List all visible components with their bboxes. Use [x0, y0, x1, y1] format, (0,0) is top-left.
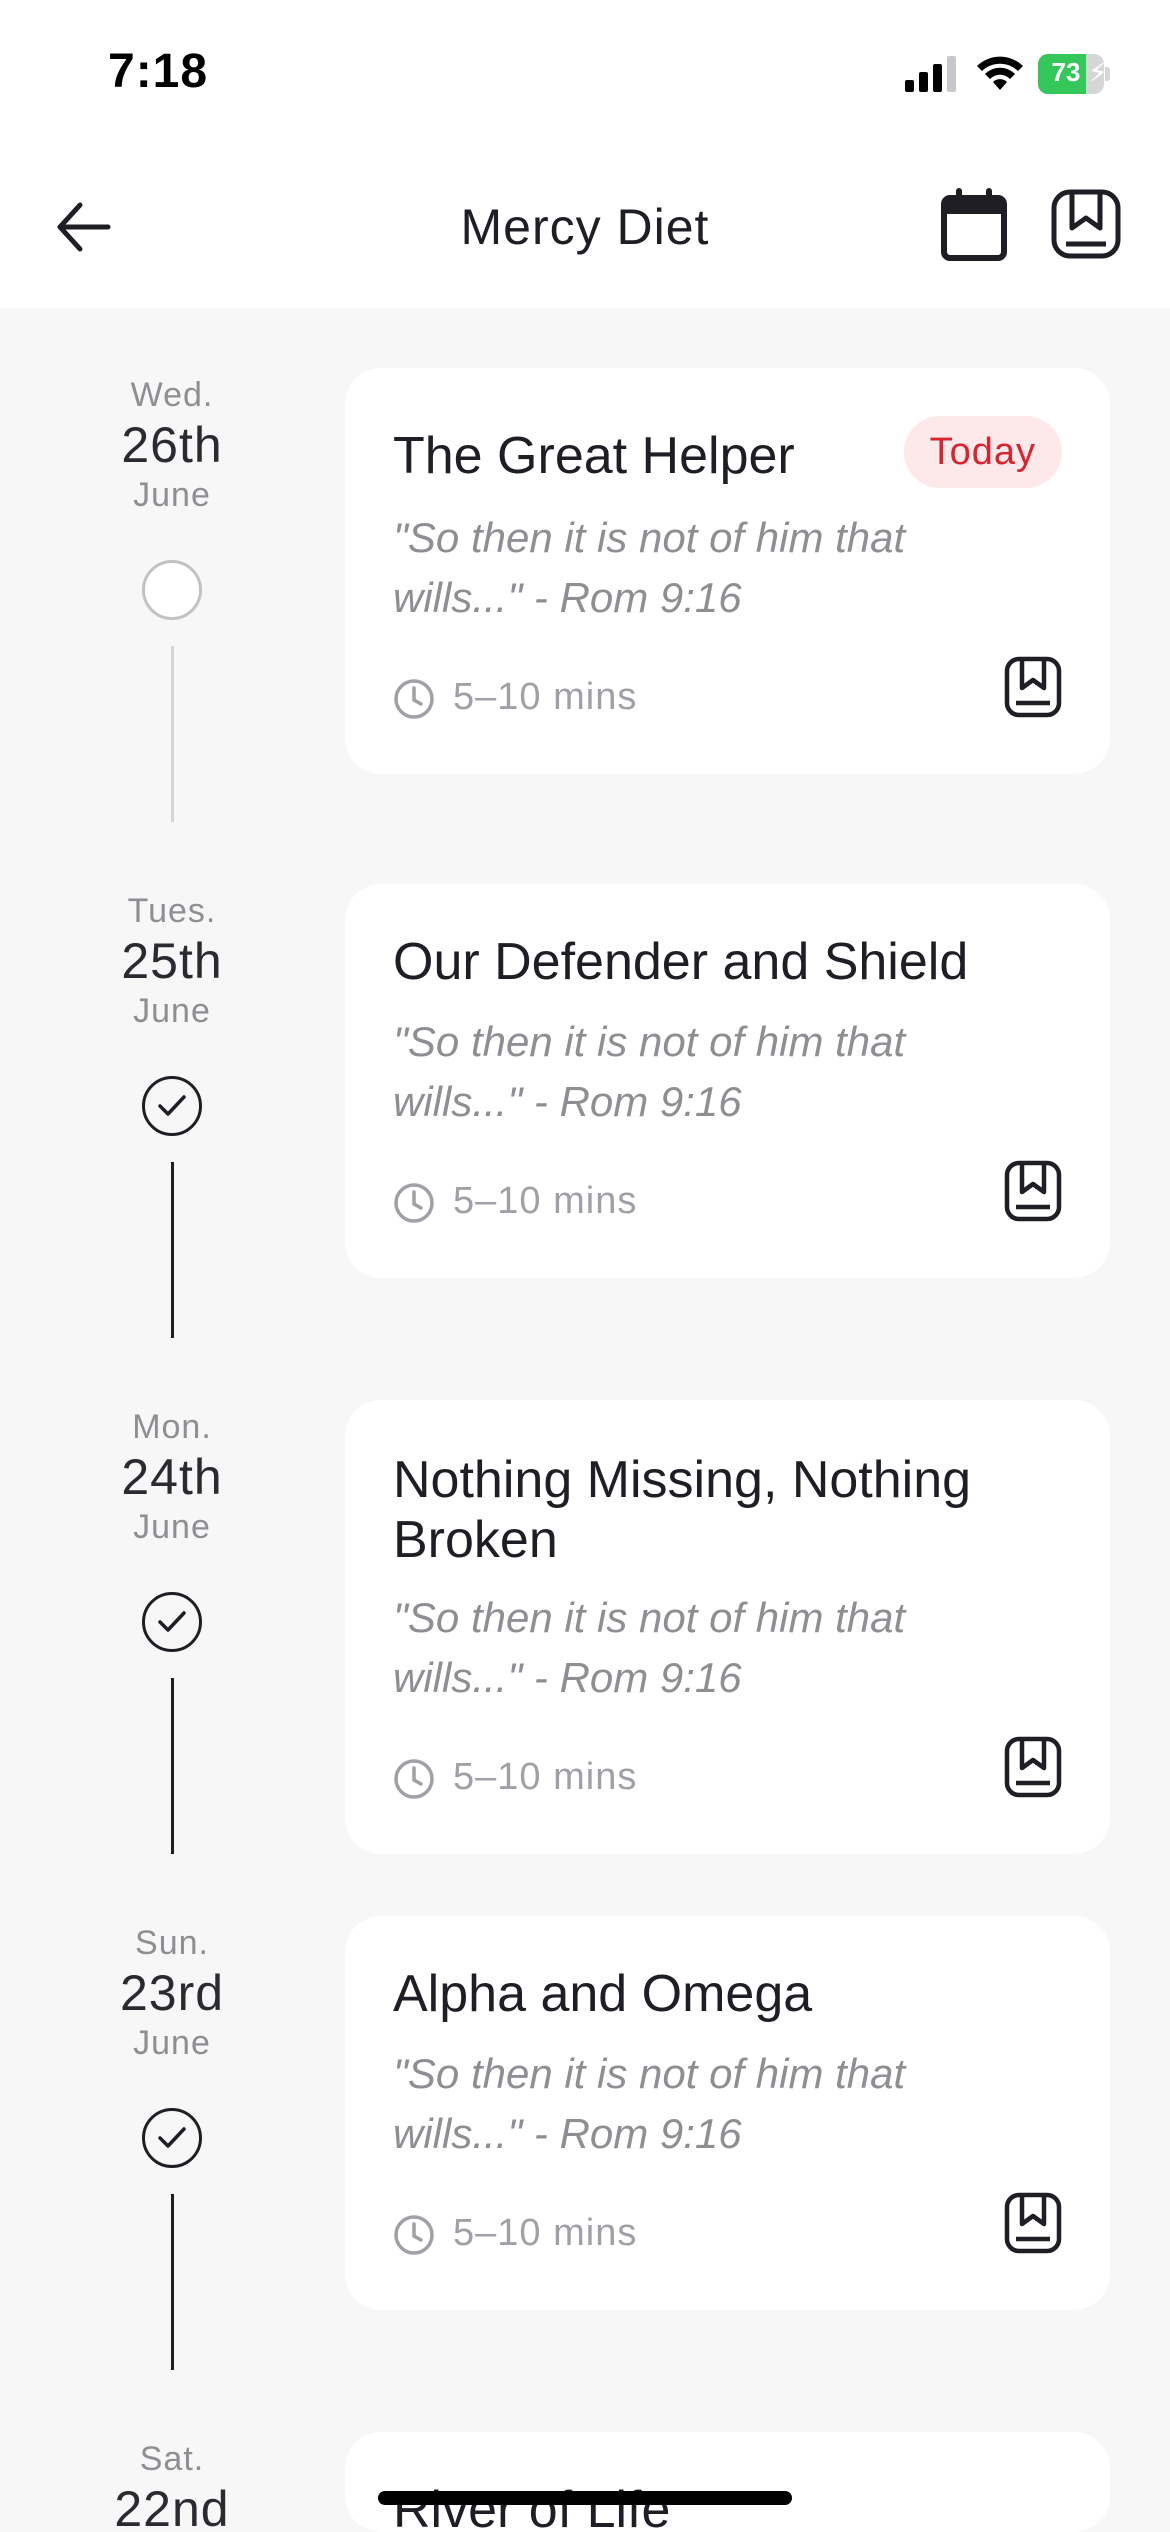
card-title: Nothing Missing, Nothing Broken — [393, 1450, 1013, 1570]
checkmark-icon — [158, 2127, 186, 2148]
quote-line: "So then it is not of him that — [393, 1594, 906, 1641]
duration-text: 5–10 mins — [453, 676, 638, 718]
quote-line: wills..." - Rom 9:16 — [393, 574, 742, 621]
cellular-signal-icon — [905, 56, 956, 92]
timeline-connector — [171, 2194, 174, 2370]
timeline-connector — [171, 646, 174, 822]
bookmark-button[interactable] — [1004, 1736, 1062, 1798]
quote-line: "So then it is not of him that — [393, 514, 906, 561]
calendar-icon — [941, 188, 1007, 261]
clock-icon — [394, 2215, 434, 2255]
card-title: Alpha and Omega — [393, 1965, 813, 2023]
card-title: Our Defender and Shield — [393, 933, 969, 991]
today-badge: Today — [903, 416, 1062, 488]
entry-day: 23rd — [119, 1965, 225, 2021]
duration-text: 5–10 mins — [453, 2212, 638, 2254]
quote-line: wills..." - Rom 9:16 — [393, 2110, 742, 2157]
title-line: Nothing Missing, Nothing — [393, 1451, 972, 1509]
status-bar: 7:18 73 ⚡ — [0, 0, 1170, 150]
entry-weekday: Tues. — [127, 892, 217, 930]
devotional-card[interactable]: The Great Helper Today "So then it is no… — [345, 368, 1110, 774]
devotional-card[interactable]: Our Defender and Shield "So then it is n… — [345, 884, 1110, 1278]
quote-line: "So then it is not of him that — [393, 2050, 906, 2097]
completed-status-icon — [142, 2108, 202, 2168]
entry-date: Mon. 24th June — [72, 1406, 272, 1548]
timeline-connector — [171, 1162, 174, 1338]
devotional-card[interactable]: River of Life — [345, 2432, 1110, 2532]
entry-day: 22nd — [114, 2481, 230, 2532]
wifi-icon — [977, 56, 1023, 90]
entry-month: June — [133, 2024, 211, 2062]
entry-day: 25th — [121, 933, 223, 989]
duration-text: 5–10 mins — [453, 1180, 638, 1222]
bookmark-icon — [1004, 1736, 1062, 1798]
bookmark-icon — [1004, 656, 1062, 718]
bookmarks-button[interactable] — [1050, 188, 1122, 260]
clock-icon — [394, 1183, 434, 1223]
entry-date: Tues. 25th June — [72, 890, 272, 1032]
bookmark-button[interactable] — [1004, 1160, 1062, 1222]
entry-day: 26th — [121, 417, 223, 473]
title-line: Broken — [393, 1511, 558, 1569]
checkmark-icon — [158, 1095, 186, 1116]
timeline-connector — [171, 1678, 174, 1854]
card-quote: "So then it is not of him that wills..."… — [393, 2044, 1033, 2164]
charging-bolt-icon: ⚡ — [1088, 57, 1104, 88]
clock-icon — [394, 1759, 434, 1799]
entry-month: June — [133, 476, 211, 514]
bookmark-icon — [1004, 2192, 1062, 2254]
battery-charging-icon: 73 ⚡ — [1038, 54, 1110, 94]
incomplete-status-icon — [142, 560, 202, 620]
battery-level: 73 — [1051, 57, 1081, 87]
entry-date: Sun. 23rd June — [72, 1922, 272, 2064]
entry-date: Wed. 26th June — [72, 374, 272, 516]
entry-day: 24th — [121, 1449, 223, 1505]
entry-weekday: Sun. — [135, 1924, 209, 1962]
entry-weekday: Wed. — [130, 376, 214, 414]
card-quote: "So then it is not of him that wills..."… — [393, 1588, 1033, 1708]
bookmark-icon — [1051, 189, 1121, 259]
header: Mercy Diet — [0, 150, 1170, 308]
devotional-card[interactable]: Nothing Missing, Nothing Broken "So then… — [345, 1400, 1110, 1854]
checkmark-icon — [158, 1611, 186, 1632]
duration-text: 5–10 mins — [453, 1756, 638, 1798]
entry-weekday: Sat. — [139, 2440, 205, 2478]
bookmark-icon — [1004, 1160, 1062, 1222]
quote-line: wills..." - Rom 9:16 — [393, 1654, 742, 1701]
entry-month: June — [133, 1508, 211, 1546]
bookmark-button[interactable] — [1004, 656, 1062, 718]
clock-icon — [394, 679, 434, 719]
completed-status-icon — [142, 1592, 202, 1652]
devotional-card[interactable]: Alpha and Omega "So then it is not of hi… — [345, 1916, 1110, 2310]
entry-month: June — [133, 992, 211, 1030]
quote-line: wills..." - Rom 9:16 — [393, 1078, 742, 1125]
status-time: 7:18 — [108, 45, 209, 98]
entry-date: Sat. 22nd — [72, 2438, 272, 2532]
card-quote: "So then it is not of him that wills..."… — [393, 508, 1033, 628]
home-indicator[interactable] — [378, 2491, 792, 2505]
completed-status-icon — [142, 1076, 202, 1136]
bookmark-button[interactable] — [1004, 2192, 1062, 2254]
entry-weekday: Mon. — [132, 1408, 212, 1446]
card-title: River of Life — [393, 2481, 671, 2532]
quote-line: "So then it is not of him that — [393, 1018, 906, 1065]
card-quote: "So then it is not of him that wills..."… — [393, 1012, 1033, 1132]
calendar-button[interactable] — [940, 186, 1010, 262]
